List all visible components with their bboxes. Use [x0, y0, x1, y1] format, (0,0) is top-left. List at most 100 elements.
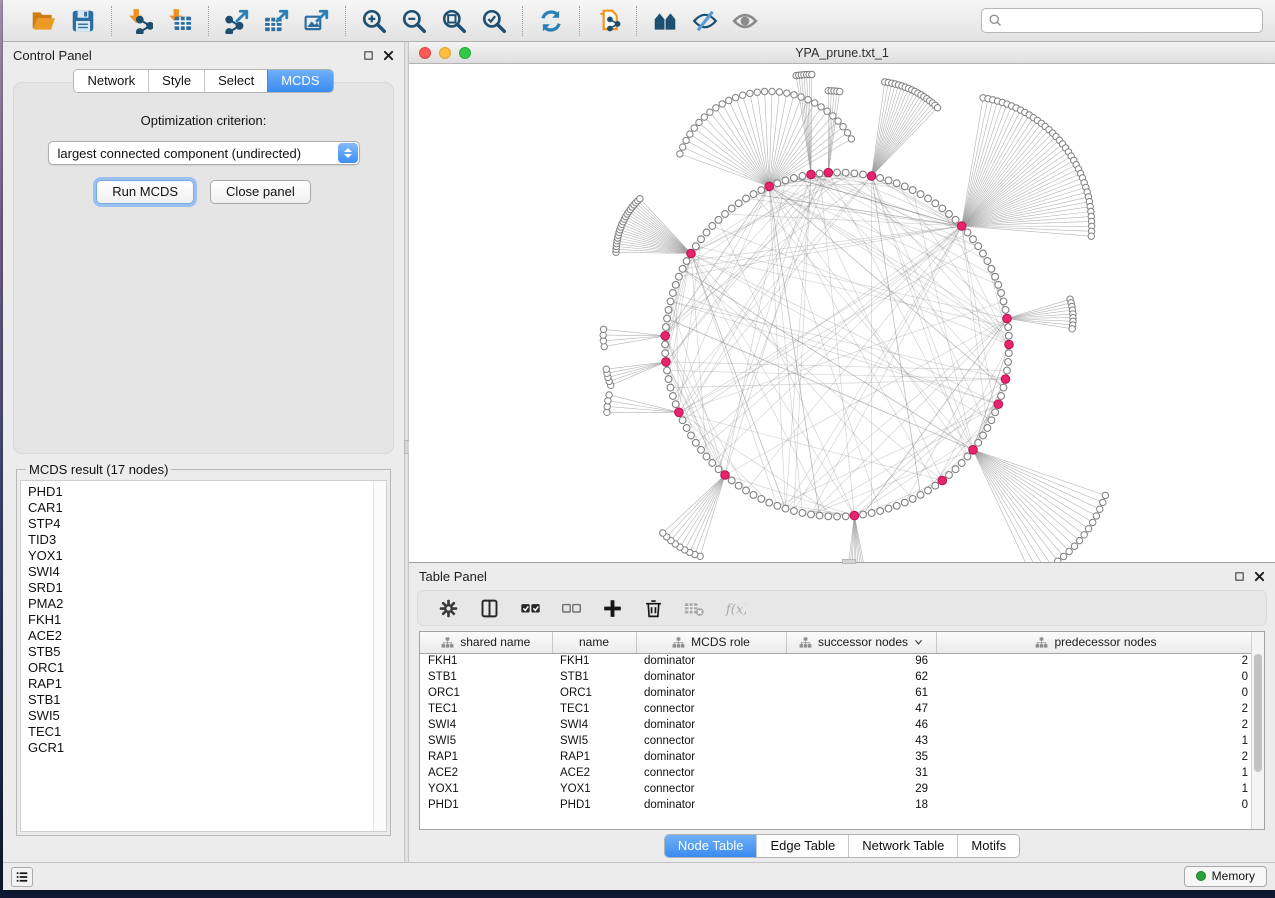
table-row[interactable]: RAP1RAP1dominator352	[420, 749, 1256, 765]
tab-edge-table[interactable]: Edge Table	[756, 835, 848, 857]
zoom-window-icon[interactable]	[459, 47, 471, 59]
result-list-scrollbar[interactable]	[373, 481, 386, 831]
table-row[interactable]: ORC1ORC1dominator610	[420, 685, 1256, 701]
tab-motifs[interactable]: Motifs	[957, 835, 1019, 857]
network-graph-canvas[interactable]	[409, 64, 1275, 562]
tab-select[interactable]: Select	[204, 70, 267, 92]
main-area: Control Panel NetworkStyleSelectMCDS Opt…	[3, 42, 1275, 862]
network-window-titlebar[interactable]: YPA_prune.txt_1	[409, 42, 1275, 64]
result-node-item[interactable]: YOX1	[28, 548, 370, 564]
tab-node-table[interactable]: Node Table	[665, 835, 757, 857]
result-node-item[interactable]: ORC1	[28, 660, 370, 676]
cell-predecessor: 2	[936, 701, 1256, 717]
column-header-shared-name[interactable]: shared name	[420, 632, 552, 653]
node-table[interactable]: shared namename MCDS role successor nodesp…	[419, 631, 1265, 830]
add-column-icon[interactable]	[594, 594, 631, 622]
float-panel-icon[interactable]	[363, 50, 374, 61]
toolbar-group	[15, 6, 111, 36]
column-header-name[interactable]: name	[552, 632, 636, 653]
right-column: YPA_prune.txt_1 Table Panel f(x) shared …	[409, 42, 1275, 862]
save-session-icon[interactable]	[63, 6, 103, 36]
float-table-panel-icon[interactable]	[1234, 571, 1245, 582]
network-resize-handle[interactable]	[842, 559, 856, 564]
column-label: MCDS role	[691, 635, 750, 649]
table-toolbar: f(x)	[417, 590, 1267, 626]
import-network-icon[interactable]	[120, 6, 160, 36]
result-node-item[interactable]: STB5	[28, 644, 370, 660]
result-node-item[interactable]: ACE2	[28, 628, 370, 644]
cell-mcds_role: connector	[636, 765, 786, 781]
search-box[interactable]	[981, 8, 1263, 33]
result-node-item[interactable]: GCR1	[28, 740, 370, 756]
result-node-item[interactable]: RAP1	[28, 676, 370, 692]
cell-name: SWI5	[552, 733, 636, 749]
table-row[interactable]: SWI5SWI5connector431	[420, 733, 1256, 749]
zoom-in-icon[interactable]	[354, 6, 394, 36]
first-neighbors-icon[interactable]	[645, 6, 685, 36]
task-history-button[interactable]	[11, 867, 33, 887]
column-header-successor-nodes[interactable]: successor nodes	[786, 632, 936, 653]
delete-column-icon[interactable]	[635, 594, 672, 622]
refresh-layout-icon[interactable]	[531, 6, 571, 36]
export-image-icon[interactable]	[297, 6, 337, 36]
mcds-result-list[interactable]: PHD1CAR1STP4TID3YOX1SWI4SRD1PMA2FKH1ACE2…	[20, 480, 387, 832]
result-node-item[interactable]: SRD1	[28, 580, 370, 596]
cell-name: ACE2	[552, 765, 636, 781]
table-row[interactable]: STB1STB1dominator620	[420, 669, 1256, 685]
result-node-item[interactable]: SWI4	[28, 564, 370, 580]
split-columns-icon[interactable]	[471, 594, 508, 622]
cell-predecessor: 1	[936, 733, 1256, 749]
tab-style[interactable]: Style	[148, 70, 204, 92]
close-panel-icon[interactable]	[383, 50, 394, 61]
table-row[interactable]: ACE2ACE2connector311	[420, 765, 1256, 781]
cell-shared_name: STB1	[420, 669, 552, 685]
status-bar: Memory	[3, 862, 1275, 890]
cell-successor: 29	[786, 781, 936, 797]
close-panel-button[interactable]: Close panel	[210, 180, 311, 204]
show-all-icon[interactable]	[725, 6, 765, 36]
tab-network-table[interactable]: Network Table	[848, 835, 957, 857]
open-file-icon[interactable]	[23, 6, 63, 36]
result-node-item[interactable]: STP4	[28, 516, 370, 532]
gear-icon[interactable]	[430, 594, 467, 622]
table-scrollbar[interactable]	[1251, 632, 1264, 829]
toolbar-group	[579, 6, 636, 36]
result-node-item[interactable]: PMA2	[28, 596, 370, 612]
zoom-selected-icon[interactable]	[474, 6, 514, 36]
tab-mcds[interactable]: MCDS	[267, 70, 332, 92]
import-table-icon[interactable]	[160, 6, 200, 36]
column-header-MCDS-role[interactable]: MCDS role	[636, 632, 786, 653]
result-node-item[interactable]: FKH1	[28, 612, 370, 628]
control-panel-title: Control Panel	[13, 48, 92, 63]
mcds-result-title: MCDS result (17 nodes)	[26, 462, 171, 477]
result-node-item[interactable]: TEC1	[28, 724, 370, 740]
select-all-checks-icon[interactable]	[512, 594, 549, 622]
export-network-icon[interactable]	[217, 6, 257, 36]
search-input[interactable]	[1003, 11, 1258, 31]
run-mcds-button[interactable]: Run MCDS	[96, 180, 194, 204]
network-from-selection-icon[interactable]	[588, 6, 628, 36]
column-header-predecessor-nodes[interactable]: predecessor nodes	[936, 632, 1256, 653]
result-node-item[interactable]: SWI5	[28, 708, 370, 724]
close-table-panel-icon[interactable]	[1254, 571, 1265, 582]
tab-network[interactable]: Network	[74, 70, 148, 92]
table-row[interactable]: TEC1TEC1connector472	[420, 701, 1256, 717]
result-node-item[interactable]: TID3	[28, 532, 370, 548]
table-row[interactable]: SWI4SWI4dominator462	[420, 717, 1256, 733]
minimize-window-icon[interactable]	[439, 47, 451, 59]
result-node-item[interactable]: STB1	[28, 692, 370, 708]
table-row[interactable]: PHD1PHD1dominator180	[420, 797, 1256, 813]
memory-button[interactable]: Memory	[1184, 866, 1267, 887]
zoom-fit-icon[interactable]	[434, 6, 474, 36]
hide-selected-icon[interactable]	[685, 6, 725, 36]
clear-all-checks-icon[interactable]	[553, 594, 590, 622]
table-scrollbar-thumb[interactable]	[1254, 654, 1262, 772]
close-window-icon[interactable]	[419, 47, 431, 59]
optimization-criterion-select[interactable]: largest connected component (undirected)	[48, 141, 360, 165]
table-row[interactable]: YOX1YOX1connector291	[420, 781, 1256, 797]
zoom-out-icon[interactable]	[394, 6, 434, 36]
export-table-icon[interactable]	[257, 6, 297, 36]
result-node-item[interactable]: CAR1	[28, 500, 370, 516]
result-node-item[interactable]: PHD1	[28, 484, 370, 500]
table-row[interactable]: FKH1FKH1dominator962	[420, 653, 1256, 669]
